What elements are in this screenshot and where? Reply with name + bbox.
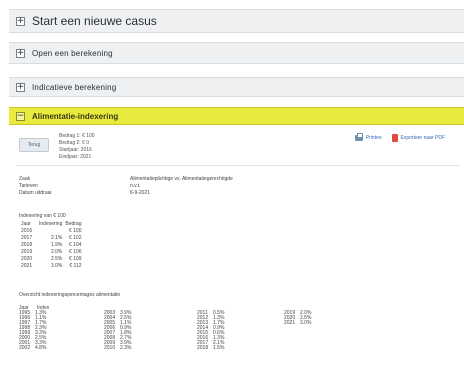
print-button[interactable]: Printen [354,133,382,141]
cell-jaar: 2010 [104,345,116,351]
cell-indexering: 1.9% [50,242,63,248]
indexering-title: Indexering van € 100 [19,213,66,219]
accordion-title: Indicatieve berekening [32,82,117,92]
cell-bedrag: € 104 [68,242,82,248]
cell-bedrag: € 112 [69,263,82,269]
expand-icon[interactable]: + [16,82,25,92]
bedrag-line: Startjaar: 2016 [59,147,92,153]
table-row: 2018 1.9% € 104 [19,242,84,249]
column-header: Indexering [39,221,63,227]
bedrag-line: Eindjaar: 2021 [59,154,92,160]
table-row: 2020 2.5% € 109 [19,256,84,263]
cell-index: 3.0% [300,320,312,326]
table-row: 2002 4.8% [19,346,46,351]
cell-indexering: 2.5% [50,256,63,262]
printer-icon [354,133,363,141]
collapse-icon[interactable]: − [16,111,25,121]
overzicht-column: 1995 1.3% 1996 1.1% 1997 1.7% 1998 2.3% 1999 3.3%… [19,311,46,351]
accordion-start-nieuwe-casus[interactable]: + Start een nieuwe casus [9,9,464,33]
column-header: Jaar [21,221,31,227]
overzicht-table: Jaar Index 1995 1.3% 1996 1.1% 1997 1.7% 1998 2… [19,306,311,356]
cell-indexering: 3.0% [50,263,63,269]
overzicht-column: 2003 3.9% 2004 2.5% 2005 1.1% 2006 0.9% 2007 1.8%… [104,311,131,351]
cell-jaar: 2017 [21,235,33,241]
accordion-title: Open een berekening [32,48,113,58]
accordion-title: Alimentatie-indexering [32,111,119,121]
table-row: 2019 2.0% € 106 [19,249,84,256]
overzicht-column: 2019 2.0% 2020 2.5% 2021 3.0% [284,311,311,326]
cell-jaar: 2021 [284,320,296,326]
cell-bedrag: € 100 [68,228,82,234]
cell-jaar: 2019 [21,249,33,255]
divider [16,165,460,166]
info-value: n.v.t. [130,183,141,189]
info-key: Zaak [19,176,31,182]
cell-jaar: 2021 [21,263,33,269]
action-bar: Printen Exporteer naar PDF [354,133,445,142]
expand-icon[interactable]: + [16,16,25,26]
print-label: Printen [365,135,382,141]
cell-jaar: 2002 [19,345,31,351]
indexering-panel: Terug Bedrag 1: € 100 Bedrag 2: € 0 Star… [9,125,464,372]
table-row: 2021 3.0% [284,321,311,326]
cell-index: 2.3% [120,345,132,351]
cell-jaar: 2016 [21,228,33,234]
cell-index: 4.8% [35,345,47,351]
cell-jaar: 2018 [197,345,209,351]
bedrag-line: Bedrag 2: € 0 [59,140,90,146]
table-row: 2010 2.3% [104,346,131,351]
column-header: Bedrag [65,221,82,227]
cell-jaar: 2018 [21,242,33,248]
cell-jaar: 2020 [21,256,33,262]
expand-icon[interactable]: + [16,48,25,58]
info-value: 6-9-2021 [130,190,151,196]
info-key: Tarieven [19,183,38,189]
overzicht-column: 2011 0.5% 2012 1.3% 2013 1.7% 2014 0.9% 2015 0.6%… [197,311,224,351]
back-button[interactable]: Terug [19,138,49,152]
info-value: Alimentatieplichtige vs. Alimentatiegere… [130,176,233,182]
indexering-section: Indexering van € 100 Jaar Indexering Bed… [19,213,84,270]
info-key: Datum uitdraai [19,190,52,196]
accordion-indicatieve-berekening[interactable]: + Indicatieve berekening [9,77,464,97]
export-pdf-button[interactable]: Exporteer naar PDF [391,134,445,142]
cell-bedrag: € 102 [68,235,82,241]
cell-bedrag: € 106 [68,249,82,255]
pdf-icon [391,134,398,142]
table-header-row: Jaar Indexering Bedrag [19,221,84,228]
bedrag-summary: Bedrag 1: € 100 Bedrag 2: € 0 Startjaar:… [59,133,95,161]
bedrag-line: Bedrag 1: € 100 [59,133,95,139]
table-row: 2017 2.1% € 102 [19,235,84,242]
cell-bedrag: € 109 [68,256,82,262]
overzicht-body: 1995 1.3% 1996 1.1% 1997 1.7% 1998 2.3% 1999 3.3%… [19,311,311,356]
accordion-alimentatie-indexering[interactable]: − Alimentatie-indexering [9,107,464,125]
export-pdf-label: Exporteer naar PDF [400,135,445,141]
cell-indexering [39,228,65,235]
indexering-table: Jaar Indexering Bedrag 2016 € 100 2017 2.1… [19,221,84,270]
table-row: 2021 3.0% € 112 [19,263,84,270]
overzicht-title: Overzicht indexeringspercentages aliment… [19,292,121,298]
cell-indexering: 2.0% [50,249,63,255]
cell-indexering: 2.1% [50,235,63,241]
accordion-title: Start een nieuwe casus [32,14,157,28]
accordion-open-berekening[interactable]: + Open een berekening [9,42,464,64]
table-row: 2018 1.5% [197,346,224,351]
case-info: Zaak Alimentatieplichtige vs. Alimentatie… [19,176,233,197]
cell-index: 1.5% [213,345,225,351]
table-row: 2016 € 100 [19,228,84,235]
